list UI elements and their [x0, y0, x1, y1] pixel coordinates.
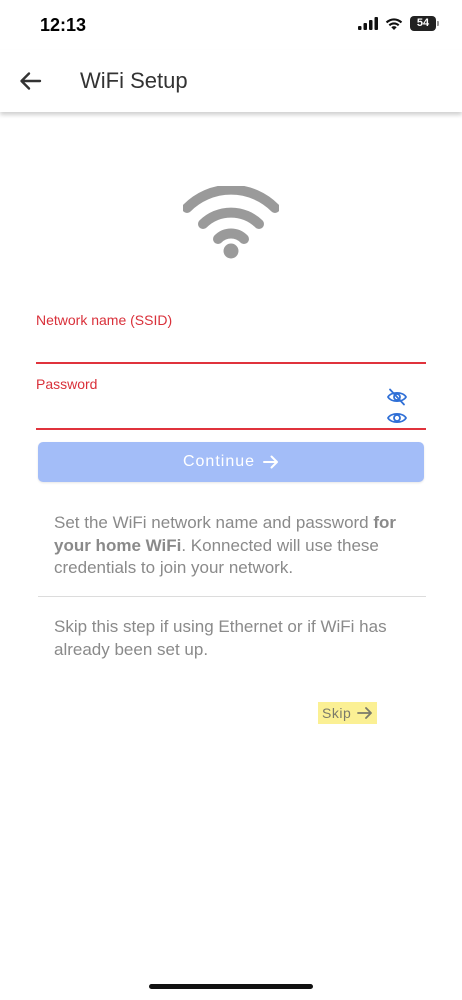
- password-label: Password: [36, 376, 98, 392]
- ssid-field[interactable]: Network name (SSID): [36, 312, 430, 366]
- arrow-right-icon: [263, 455, 279, 469]
- help-credentials-text: Set the WiFi network name and password f…: [54, 512, 424, 580]
- arrow-right-icon: [357, 707, 373, 719]
- continue-button[interactable]: Continue: [38, 442, 424, 482]
- eye-slash-icon[interactable]: [386, 388, 408, 406]
- wifi-icon: [183, 186, 279, 259]
- status-bar: 12:13 54: [0, 0, 462, 50]
- eye-icon[interactable]: [386, 410, 408, 426]
- skip-hint-text: Skip this step if using Ethernet or if W…: [54, 617, 387, 659]
- back-arrow-icon[interactable]: [16, 66, 46, 96]
- continue-label: Continue: [182, 453, 256, 470]
- ssid-input[interactable]: [36, 336, 430, 362]
- battery-icon: 54: [410, 16, 439, 31]
- ssid-underline: [36, 362, 426, 364]
- status-icons: 54: [358, 16, 439, 31]
- wifi-status-icon: [385, 17, 403, 30]
- password-field[interactable]: Password: [36, 376, 426, 432]
- status-time: 12:13: [40, 15, 87, 35]
- divider: [38, 596, 426, 597]
- app-bar: WiFi Setup: [0, 50, 462, 112]
- skip-label: Skip: [322, 705, 352, 721]
- password-underline: [36, 428, 426, 430]
- page-title: WiFi Setup: [80, 68, 188, 93]
- home-indicator: [149, 984, 313, 989]
- password-input[interactable]: [36, 402, 380, 428]
- help-text-start: Set the WiFi network name and password: [54, 513, 369, 532]
- ssid-label: Network name (SSID): [36, 312, 173, 328]
- skip-button[interactable]: Skip: [318, 702, 378, 724]
- signal-icon: [358, 17, 378, 30]
